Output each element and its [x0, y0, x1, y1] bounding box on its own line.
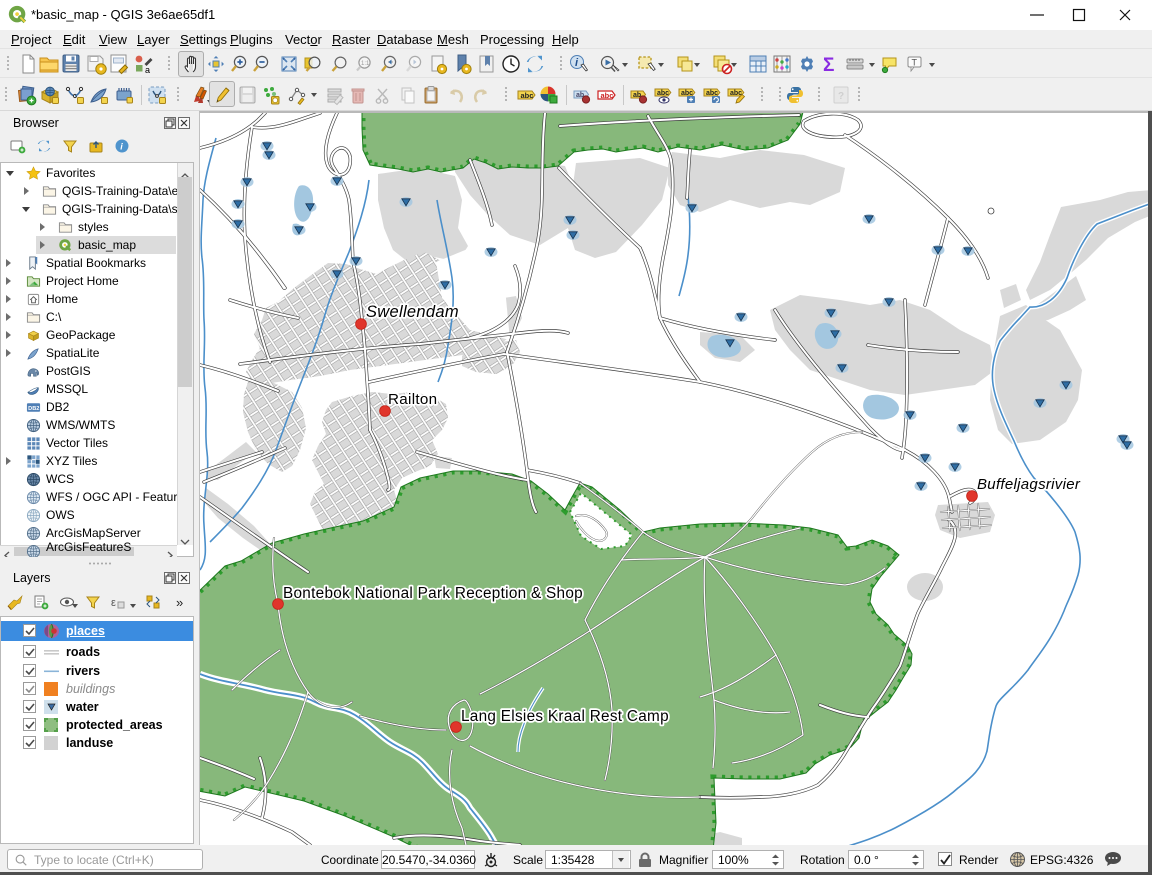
svg-text:abc: abc — [706, 90, 718, 97]
svg-text:abc: abc — [657, 90, 669, 97]
svg-text:abc: abc — [681, 90, 693, 97]
svg-text:Lang Elsies Kraal Rest Camp: Lang Elsies Kraal Rest Camp — [461, 708, 669, 725]
svg-text:Railton: Railton — [388, 391, 437, 408]
svg-text:1:1: 1:1 — [361, 61, 370, 67]
svg-text:Swellendam: Swellendam — [366, 303, 459, 321]
svg-text:?: ? — [838, 91, 844, 102]
svg-text:T: T — [912, 58, 918, 68]
svg-text:Σ: Σ — [823, 55, 834, 76]
svg-text:ε: ε — [111, 597, 116, 609]
svg-text:abc: abc — [601, 91, 614, 100]
svg-text:Bontebok National Park Recepti: Bontebok National Park Reception & Shop — [283, 585, 583, 602]
svg-text:a: a — [145, 65, 150, 75]
svg-text:Buffeljagsrivier: Buffeljagsrivier — [977, 476, 1081, 493]
svg-text:DB2: DB2 — [28, 406, 39, 412]
svg-text:abc: abc — [521, 91, 534, 100]
